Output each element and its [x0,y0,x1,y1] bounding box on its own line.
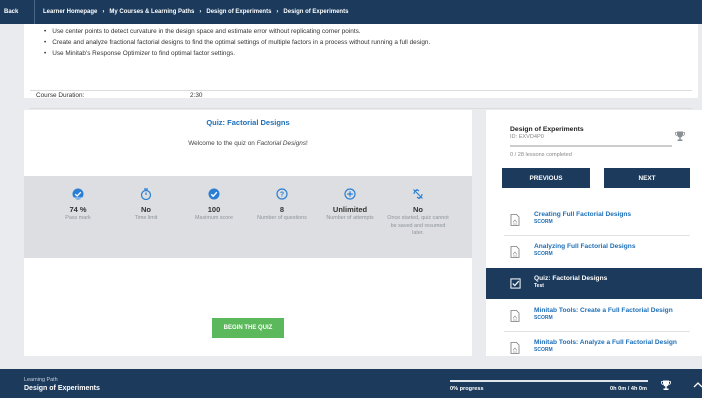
welcome-prefix: Welcome to the quiz on [188,140,257,147]
quiz-stats-strip: 74 % Pass mark No Time limit 100 Maximum… [24,176,472,258]
breadcrumb-item-course: Design of Experiments [283,9,349,15]
stopwatch-icon [140,188,152,200]
no-resume-icon [413,188,423,200]
course-progress-bar [510,145,672,147]
stat-number-of-attempts: Unlimited Number of attempts [316,188,384,258]
learning-path-name: Design of Experiments [24,385,100,392]
document-icon [510,246,520,258]
stat-label: Number of attempts [326,215,374,221]
stat-maximum-score: 100 Maximum score [180,188,248,258]
stat-number-of-questions: ? 8 Number of questions [248,188,316,258]
stat-value: No [141,205,151,214]
document-icon [510,310,520,322]
quiz-welcome-text: Welcome to the quiz on Factorial Designs… [24,140,472,147]
lesson-title: Minitab Tools: Analyze a Full Factorial … [534,339,677,346]
breadcrumb-separator-icon: › [276,9,279,15]
learning-path-footer: Learning Path Design of Experiments 0% p… [0,369,702,398]
lesson-item-quiz-factorial-designs[interactable]: Quiz: Factorial Designs Test [486,268,702,299]
pass-mark-check-icon [72,188,84,200]
course-id: ID: EXVD4P0 [510,134,544,140]
time-progress-text: 0h 0m / 4h 0m [610,386,647,392]
lesson-item-minitab-analyze-full-factorial[interactable]: Minitab Tools: Analyze a Full Factorial … [486,332,702,356]
learning-path-progress-bar [450,380,648,382]
trophy-icon [675,131,685,141]
document-icon [510,214,520,226]
stat-value: 74 % [69,205,87,214]
welcome-suffix: ! [306,140,308,147]
checkbox-icon [510,278,521,289]
objectives-list: Use center points to detect curvature in… [44,26,430,59]
stat-label: Once started, quiz cannot be saved and r… [387,215,449,236]
next-button[interactable]: NEXT [604,168,690,188]
objective-item: Use Minitab's Response Optimizer to find… [44,48,430,59]
breadcrumb-separator-icon: › [102,9,105,15]
objective-item: Use center points to detect curvature in… [44,26,430,37]
stat-time-limit: No Time limit [112,188,180,258]
breadcrumb-separator-icon: › [199,9,202,15]
quiz-panel: Quiz: Factorial Designs Welcome to the q… [24,110,472,356]
stat-value: 100 [207,205,221,214]
breadcrumb: Learner Homepage › My Courses & Learning… [35,9,348,15]
stat-label: Pass mark [65,215,91,221]
document-icon [510,342,520,354]
divider [30,90,692,91]
stat-save-and-resume: No Once started, quiz cannot be saved an… [384,188,452,258]
objective-item: Create and analyze fractional factorial … [44,37,430,48]
quiz-title: Quiz: Factorial Designs [206,118,290,127]
top-navigation-bar: Back Learner Homepage › My Courses & Lea… [0,0,702,24]
stat-pass-mark: 74 % Pass mark [44,188,112,258]
lessons-completed-text: 0 / 28 lessons completed [510,152,572,158]
chevron-up-icon[interactable] [692,380,702,390]
stat-label: Number of questions [257,215,307,221]
stat-label: Time limit [134,215,158,221]
previous-button[interactable]: PREVIOUS [502,168,590,188]
lesson-title: Creating Full Factorial Designs [534,211,632,218]
plus-circle-icon [344,188,356,200]
sidebar-header: Design of Experiments ID: EXVD4P0 [510,126,584,140]
footer-label: Learning Path [24,377,58,383]
lesson-type: SCORM [534,219,553,225]
lesson-type: SCORM [534,315,553,321]
lesson-item-analyzing-full-factorial[interactable]: Analyzing Full Factorial Designs SCORM [486,236,702,267]
lesson-type: SCORM [534,251,553,257]
lesson-item-creating-full-factorial[interactable]: Creating Full Factorial Designs SCORM [486,204,702,235]
course-info-card: Use center points to detect curvature in… [24,24,698,109]
svg-text:?: ? [280,192,284,199]
stat-label: Maximum score [194,215,234,221]
lesson-title: Analyzing Full Factorial Designs [534,243,636,250]
divider [30,108,692,109]
question-circle-icon: ? [276,188,288,200]
check-circle-icon [208,188,220,200]
welcome-topic: Factorial Designs [256,140,307,147]
course-title: Design of Experiments [510,126,584,133]
stat-value: 8 [279,205,285,214]
lesson-type: Test [534,283,544,289]
course-duration-row: Course Duration: 2:30 [36,92,202,99]
breadcrumb-item-my-courses[interactable]: My Courses & Learning Paths [109,9,194,15]
stat-value: Unlimited [332,205,368,214]
course-sidebar: Design of Experiments ID: EXVD4P0 0 / 28… [486,110,702,356]
stat-value: No [413,205,423,214]
back-button[interactable]: Back [0,9,34,15]
begin-quiz-button[interactable]: BEGIN THE QUIZ [212,318,284,338]
lesson-item-minitab-create-full-factorial[interactable]: Minitab Tools: Create a Full Factorial D… [486,300,702,331]
lesson-type: SCORM [534,347,553,353]
breadcrumb-item-learning-path[interactable]: Design of Experiments [206,9,271,15]
breadcrumb-item-learner-homepage[interactable]: Learner Homepage [43,9,97,15]
trophy-icon[interactable] [660,379,672,391]
lesson-title: Quiz: Factorial Designs [534,275,608,282]
course-duration-label: Course Duration: [36,92,85,99]
progress-text: 0% progress [450,386,484,392]
lesson-title: Minitab Tools: Create a Full Factorial D… [534,307,673,314]
course-duration-value: 2:30 [190,92,203,99]
